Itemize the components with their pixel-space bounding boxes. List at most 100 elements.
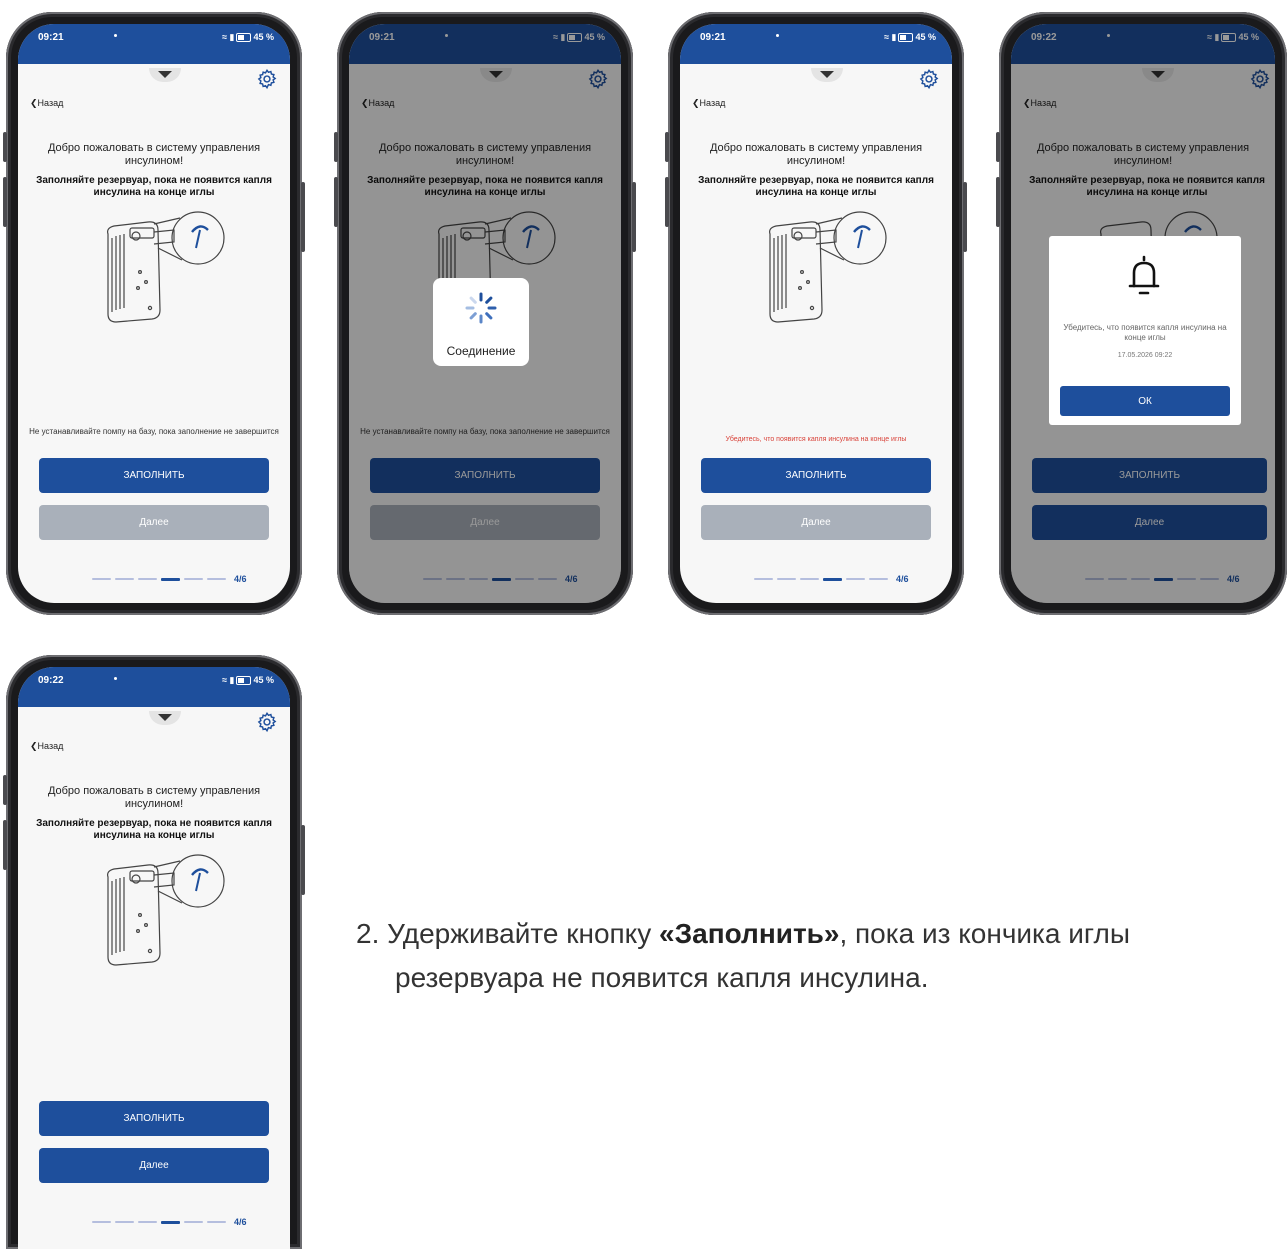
progress-indicator: 4/6 [92,574,247,584]
back-button[interactable]: ❮Назад [692,98,725,109]
side-button [3,820,7,870]
pump-reservoir-illustration [107,854,225,966]
battery-percent: 45 % [253,32,274,42]
side-button [3,775,7,805]
status-dot [776,34,779,37]
battery-icon [236,33,252,43]
instruction-text: Заполняйте резервуар, пока не появится к… [36,175,272,198]
loader-label: Соединение [446,344,516,358]
back-label: Назад [37,98,64,108]
status-dot [114,34,117,37]
dialog-message: Убедитесь, что появится капля инсулина н… [1063,323,1227,342]
fill-button[interactable]: ЗАПОЛНИТЬ [701,458,931,493]
welcome-text: Добро пожаловать в систему управления ин… [47,142,261,167]
phone-screen-5: 09:22 ≈ ▮ 45 % ❮Назад Добро пожаловать в … [3,655,305,1249]
connecting-loader: Соединение [433,278,529,366]
progress-indicator: 4/6 [754,574,909,584]
pull-down-tab[interactable] [149,711,181,725]
app-screen: 09:21 ≈ ▮ 45 % ❮Назад Добро пожаловать в … [680,24,952,603]
phone-screen-4: 09:22 ≈ ▮ 45 % ❮Назад Добро пожаловать в … [996,12,1287,615]
back-button[interactable]: ❮Назад [30,741,63,752]
gear-icon[interactable] [256,711,278,733]
progress-segment-current [823,577,842,581]
instruction-caption: 2. Удерживайте кнопку «Заполнить», пока … [356,912,1286,1000]
status-bar: 09:21 ≈ ▮ 45 % [18,24,290,64]
progress-segment [92,1221,111,1223]
next-button[interactable]: Далее [39,1148,269,1183]
app-screen: 09:22 ≈ ▮ 45 % ❮Назад Добро пожаловать в … [1011,24,1275,603]
next-button[interactable]: Далее [701,505,931,540]
spinner-icon [465,292,497,324]
welcome-text: Добро пожаловать в систему управления ин… [47,785,261,810]
side-button [3,132,7,162]
side-button [632,182,636,252]
progress-indicator: 4/6 [92,1217,247,1227]
pull-down-tab[interactable] [811,68,843,82]
sim-icon: ▮ [891,32,897,42]
status-icons: ≈ ▮ 45 % [222,32,274,43]
wifi-icon: ≈ [222,32,228,42]
fill-button[interactable]: ЗАПОЛНИТЬ [39,458,269,493]
caption-bold-text: «Заполнить» [659,918,840,949]
progress-segment [869,578,888,580]
side-button [301,825,305,895]
back-label: Назад [699,98,726,108]
back-button[interactable]: ❮Назад [30,98,63,109]
gear-icon[interactable] [256,68,278,90]
phone-screen-2: 09:21 ≈ ▮ 45 % ❮Назад Добро пожаловать в … [334,12,636,615]
progress-segment [138,1221,157,1223]
wifi-icon: ≈ [222,675,228,685]
ok-button[interactable]: ОК [1060,386,1230,416]
caption-text-after: , пока из кончика иглы [839,918,1130,949]
progress-segment [207,1221,226,1223]
app-screen: 09:21 ≈ ▮ 45 % ❮Назад Добро пожаловать в … [18,24,290,603]
pull-down-tab[interactable] [149,68,181,82]
side-button [996,132,1000,162]
progress-count: 4/6 [896,574,909,584]
progress-segment [115,578,134,580]
status-bar: 09:21 ≈ ▮ 45 % [680,24,952,64]
progress-segment [92,578,111,580]
note-text: Не устанавливайте помпу на базу, пока за… [29,427,279,436]
chevron-left-icon: ❮ [692,98,700,108]
fill-button[interactable]: ЗАПОЛНИТЬ [39,1101,269,1136]
status-time: 09:21 [38,32,64,43]
progress-segment [777,578,796,580]
progress-count: 4/6 [234,1217,247,1227]
wifi-icon: ≈ [884,32,890,42]
progress-segment [184,578,203,580]
alert-dialog: Убедитесь, что появится капля инсулина н… [1049,236,1241,425]
warning-text: Убедитесь, что появится капля инсулина н… [725,436,907,443]
chevron-left-icon: ❮ [30,98,38,108]
back-label: Назад [37,741,64,751]
pump-reservoir-illustration [769,211,887,323]
side-button [301,182,305,252]
side-button [996,177,1000,227]
next-button[interactable]: Далее [39,505,269,540]
sim-icon: ▮ [229,32,235,42]
gear-icon[interactable] [918,68,940,90]
progress-count: 4/6 [234,574,247,584]
status-bar: 09:22 ≈ ▮ 45 % [18,667,290,707]
progress-segment [754,578,773,580]
app-screen: 09:21 ≈ ▮ 45 % ❮Назад Добро пожаловать в … [349,24,621,603]
side-button [665,177,669,227]
pump-reservoir-illustration [107,211,225,323]
side-button [334,132,338,162]
caption-line-1: 2. Удерживайте кнопку «Заполнить», пока … [356,912,1286,956]
status-icons: ≈ ▮ 45 % [884,32,936,43]
status-time: 09:21 [700,32,726,43]
instruction-text: Заполняйте резервуар, пока не появится к… [36,818,272,841]
progress-segment [184,1221,203,1223]
battery-icon [236,676,252,686]
status-dot [114,677,117,680]
instruction-text: Заполняйте резервуар, пока не появится к… [698,175,934,198]
phone-screen-3: 09:21 ≈ ▮ 45 % ❮Назад Добро пожаловать в … [665,12,967,615]
battery-percent: 45 % [253,675,274,685]
app-screen: 09:22 ≈ ▮ 45 % ❮Назад Добро пожаловать в … [18,667,290,1249]
caption-line-2: резервуара не появится капля инсулина. [395,962,929,993]
side-button [665,132,669,162]
progress-segment [846,578,865,580]
caption-number: 2. [356,918,380,949]
progress-segment [115,1221,134,1223]
